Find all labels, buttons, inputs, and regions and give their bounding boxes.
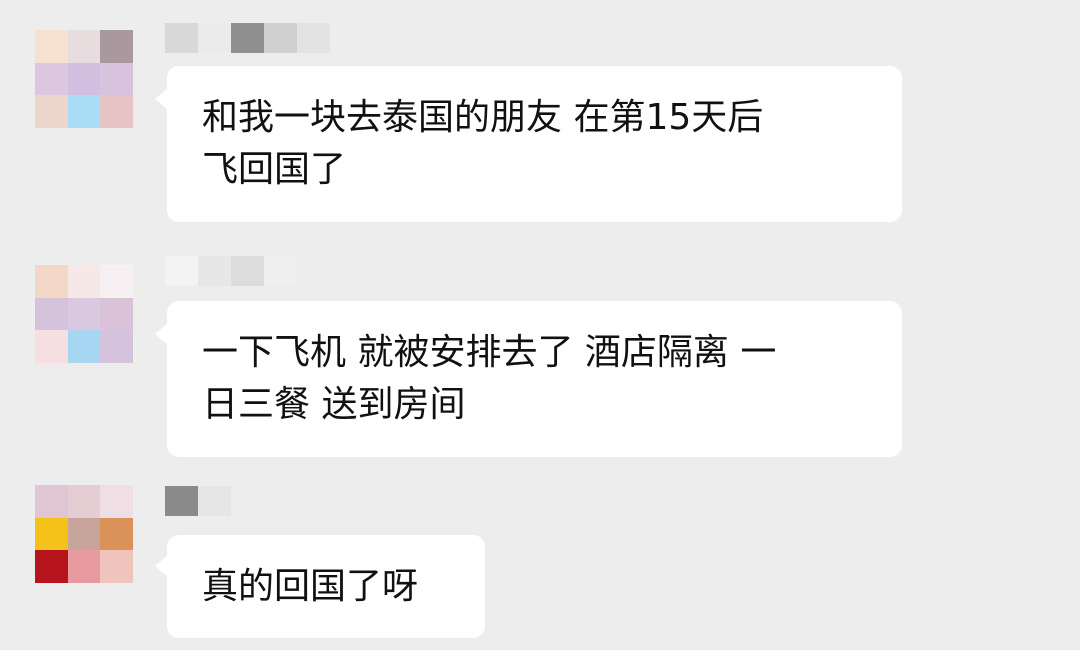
avatar-mosaic-tile [35,297,68,331]
avatar-mosaic-tile [100,485,133,518]
message-text: 真的回国了呀 [202,565,419,607]
avatar-mosaic-tile [100,30,133,63]
message-bubble[interactable]: 真的回国了呀 [167,535,485,638]
avatar-mosaic-tile [100,62,133,96]
avatar-mosaic-tile [67,30,101,63]
avatar-mosaic-tile [67,550,101,583]
avatar-mosaic-tile [35,330,68,363]
avatar-mosaic-tile [100,265,133,298]
message-bubble[interactable]: 和我一块去泰国的朋友 在第15天后 飞回国了 [167,66,902,222]
sender-nickname-pixelated [165,486,231,516]
nickname-mosaic-block [264,23,297,53]
avatar-mosaic-tile [100,517,133,551]
message-bubble[interactable]: 一下飞机 就被安排去了 酒店隔离 一 日三餐 送到房间 [167,301,902,457]
sender-avatar[interactable] [35,485,133,583]
message-text: 一下飞机 就被安排去了 酒店隔离 一 日三餐 送到房间 [202,332,777,425]
avatar-mosaic-tile [67,485,101,518]
avatar-mosaic-tile [67,95,101,128]
avatar-mosaic-tile [100,330,133,363]
avatar-mosaic-tile [35,265,68,298]
avatar-mosaic-tile [67,517,101,551]
sender-nickname-pixelated [165,23,330,53]
avatar-mosaic-tile [35,30,68,63]
nickname-mosaic-block [165,256,198,286]
chat-message-list: 和我一块去泰国的朋友 在第15天后 飞回国了 一下飞机 就被安排去了 酒店隔离 … [0,0,1080,650]
avatar-mosaic-tile [100,550,133,583]
avatar-mosaic-tile [67,62,101,96]
avatar-mosaic-tile [100,297,133,331]
avatar-mosaic-tile [35,517,68,551]
avatar-mosaic-tile [35,95,68,128]
avatar-mosaic-tile [100,95,133,128]
avatar-mosaic-tile [35,485,68,518]
sender-avatar[interactable] [35,265,133,363]
nickname-mosaic-block [264,256,297,286]
nickname-mosaic-block [297,23,330,53]
avatar-mosaic-tile [67,330,101,363]
sender-avatar[interactable] [35,30,133,128]
avatar-mosaic-tile [67,297,101,331]
nickname-mosaic-block [165,23,198,53]
nickname-mosaic-block [231,23,264,53]
sender-nickname-pixelated [165,256,297,286]
nickname-mosaic-block [198,486,231,516]
nickname-mosaic-block [198,256,231,286]
avatar-mosaic-tile [35,62,68,96]
avatar-mosaic-tile [67,265,101,298]
avatar-mosaic-tile [35,550,68,583]
nickname-mosaic-block [165,486,198,516]
nickname-mosaic-block [198,23,231,53]
message-text: 和我一块去泰国的朋友 在第15天后 飞回国了 [202,97,764,190]
nickname-mosaic-block [231,256,264,286]
